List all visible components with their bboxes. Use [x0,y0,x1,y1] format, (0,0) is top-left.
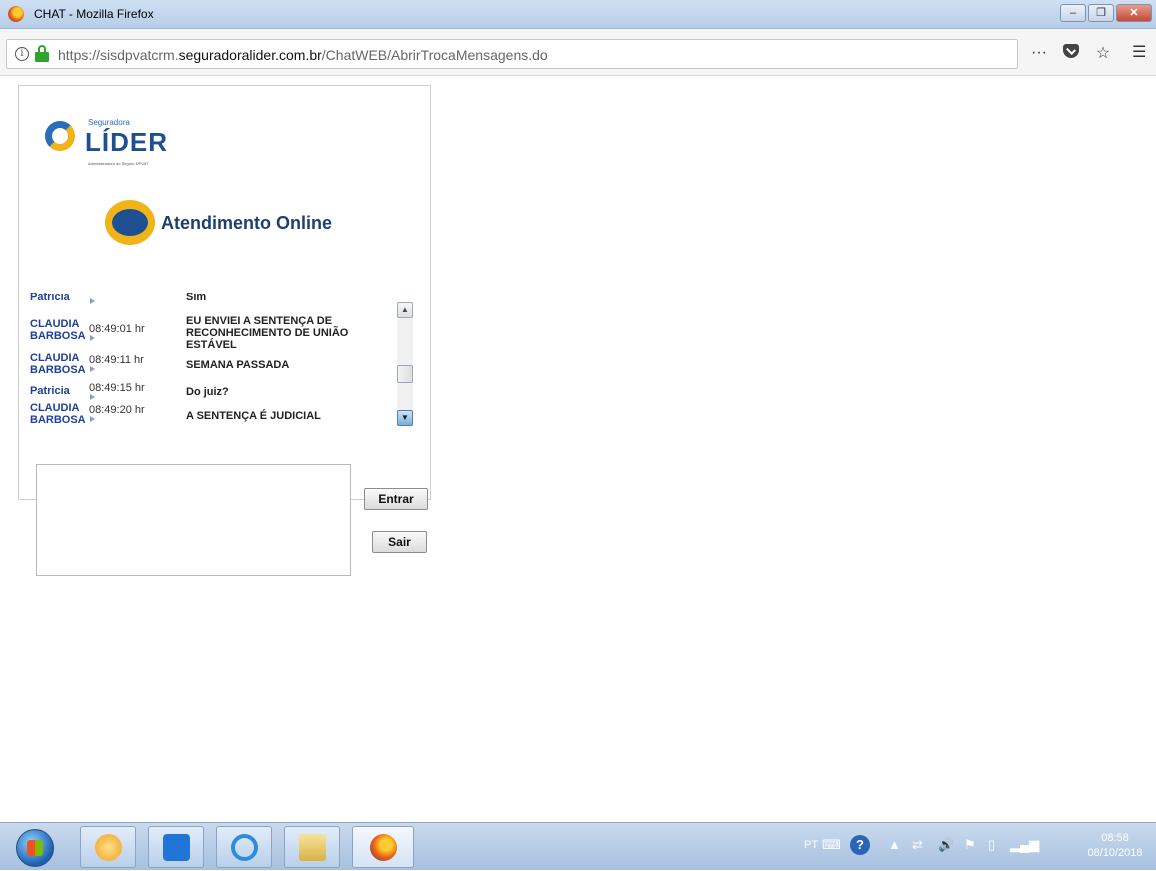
lider-logo: Seguradora LÍDER Administradora do Segur… [45,115,185,175]
window-titlebar: CHAT - Mozilla Firefox – ❐ ✕ [0,0,1156,29]
arrow-icon [90,394,95,400]
more-actions-icon[interactable]: ··· [1030,44,1048,62]
message-text: SEMANA PASSADA [186,359,290,371]
message-time: 08:49:20 hr [89,404,145,416]
taskbar-app-3[interactable] [216,826,272,868]
show-hidden-icons-icon[interactable]: ▲ [888,837,901,852]
pocket-icon[interactable] [1062,43,1080,63]
url-text[interactable]: https://sisdpvatcrm.seguradoralider.com.… [58,47,548,63]
taskbar-app-1[interactable] [80,826,136,868]
close-button[interactable]: ✕ [1116,4,1152,22]
url-domain: seguradoralider.com.br [178,47,322,63]
info-icon[interactable]: i [15,47,29,61]
system-tray: PT ⌨ ? ▲ ⇄ 🔊 ⚑ ▯ ▂▄▆ 08:58 08/10/2018 [776,823,1156,871]
message-time: 08:49:11 hr [89,354,144,366]
firefox-icon [8,6,24,22]
network-icon[interactable]: ⇄ [912,837,923,853]
message-time: 08:49:15 hr [89,382,145,394]
minimize-button[interactable]: – [1060,4,1086,22]
message-scrollbar[interactable]: ▲ ▼ [397,302,413,426]
message-text: A SENTENÇA É JUDICIAL [186,410,321,422]
logo-tagline: Administradora do Seguro DPVAT [88,161,149,166]
message-sender: CLAUDIA BARBOSA [30,352,86,376]
toolbar-actions: ··· ☆ [1030,43,1112,63]
battery-icon[interactable]: ▯ [988,837,995,853]
window-controls: – ❐ ✕ [1060,4,1152,22]
scroll-up-icon[interactable]: ▲ [397,302,413,318]
dropbox-icon [163,834,190,861]
windows-logo-icon [27,840,43,856]
maximize-button[interactable]: ❐ [1088,4,1114,22]
arrow-icon [90,335,95,341]
start-button[interactable] [16,829,54,867]
url-bar[interactable]: i https://sisdpvatcrm.seguradoralider.co… [6,39,1018,69]
action-center-flag-icon[interactable]: ⚑ [964,837,976,853]
scroll-down-icon[interactable]: ▼ [397,410,413,426]
clock[interactable]: 08:58 08/10/2018 [1080,831,1150,861]
navigation-bar: i https://sisdpvatcrm.seguradoralider.co… [0,29,1156,76]
lock-icon[interactable] [35,45,49,62]
taskbar: PT ⌨ ? ▲ ⇄ 🔊 ⚑ ▯ ▂▄▆ 08:58 08/10/2018 [0,822,1156,870]
exit-button[interactable]: Sair [372,531,427,553]
volume-icon[interactable]: 🔊 [938,837,954,853]
arrow-icon [90,366,95,372]
enter-button[interactable]: Entrar [364,488,428,510]
message-text: Do juiz? [186,386,229,398]
taskbar-app-2[interactable] [148,826,204,868]
lider-logo-icon [45,121,75,151]
bookmark-star-icon[interactable]: ☆ [1094,43,1112,63]
message-sender: Patricia [30,385,70,397]
message-time: 08:49:01 hr [89,323,145,335]
message-sender: Patricia [30,293,70,303]
url-path: /ChatWEB/AbrirTrocaMensagens.do [321,47,548,63]
internet-explorer-icon [231,834,258,861]
arrow-icon [90,416,95,422]
page-title: Atendimento Online [161,213,332,233]
firefox-taskbar-icon [370,834,397,861]
window-title: CHAT - Mozilla Firefox [34,7,154,21]
file-explorer-icon [299,834,326,861]
logo-name: LÍDER [85,127,168,157]
message-input[interactable] [36,464,351,576]
clock-time: 08:58 [1101,832,1129,844]
message-sender: CLAUDIA BARBOSA [30,318,86,342]
scroll-thumb[interactable] [397,365,413,383]
keyboard-icon[interactable]: ⌨ [822,837,841,853]
chat-bubble-icon [105,200,155,245]
signal-icon[interactable]: ▂▄▆ [1010,837,1039,853]
language-indicator[interactable]: PT [804,839,818,851]
help-icon[interactable]: ? [850,835,870,855]
message-text: EU ENVIEI A SENTENÇA DE RECONHECIMENTO D… [186,315,349,351]
url-prefix: https://sisdpvatcrm. [58,47,179,63]
logo-small-text: Seguradora [88,118,130,127]
media-app-icon [95,834,122,861]
clock-date: 08/10/2018 [1087,847,1143,859]
message-list: Patricia Sim CLAUDIA BARBOSA 08:49:01 hr… [30,293,398,428]
menu-icon[interactable]: ☰ [1132,42,1146,62]
taskbar-app-4[interactable] [284,826,340,868]
message-sender: CLAUDIA BARBOSA [30,402,86,426]
arrow-icon [90,298,95,304]
message-text: Sim [186,293,207,303]
taskbar-app-firefox[interactable] [352,826,414,868]
